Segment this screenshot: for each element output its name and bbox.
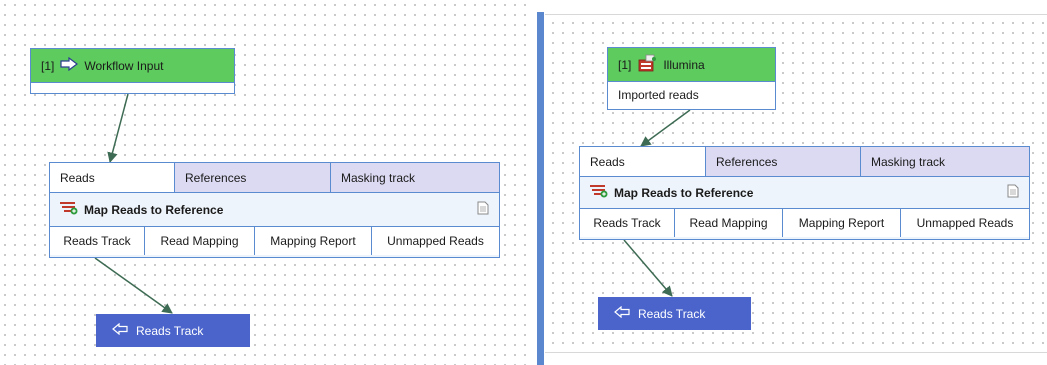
workflow-output-node[interactable]: Reads Track: [96, 314, 250, 347]
output-label-right: Reads Track: [638, 306, 706, 321]
map-reads-tool-node-right[interactable]: Reads References Masking track Map Reads…: [579, 146, 1030, 240]
tool-title: Map Reads to Reference: [84, 202, 224, 217]
input-sublabel: Imported reads: [618, 88, 699, 102]
input-index: [1]: [41, 58, 55, 73]
arrow-left-outline-icon: [614, 305, 630, 321]
illumina-input-node[interactable]: [1] Illumina Imported reads: [607, 47, 776, 110]
port-reads[interactable]: Reads: [50, 163, 175, 192]
output-label: Reads Track: [136, 323, 204, 338]
input-label-right: Illumina: [663, 57, 705, 72]
output-ports-row: Reads Track Read Mapping Mapping Report …: [50, 227, 499, 255]
map-reads-tool-node[interactable]: Reads References Masking track Map Reads…: [49, 162, 500, 258]
out-read-mapping[interactable]: Read Mapping: [145, 227, 255, 255]
output-ports-row-right: Reads Track Read Mapping Mapping Report …: [580, 209, 1029, 237]
illumina-sequencer-icon: [637, 54, 657, 75]
port-reads-right[interactable]: Reads: [580, 147, 706, 176]
out-reads-track[interactable]: Reads Track: [50, 227, 145, 255]
arrow-left-outline-icon: [112, 322, 128, 338]
illumina-input-header[interactable]: [1] Illumina: [608, 48, 775, 82]
input-label: Workflow Input: [84, 58, 164, 73]
port-references[interactable]: References: [175, 163, 331, 192]
input-ports-row: Reads References Masking track: [50, 163, 499, 193]
map-reads-icon: [60, 201, 78, 218]
workflow-output-node-right[interactable]: Reads Track: [598, 297, 751, 330]
workflow-input-node[interactable]: [1] Workflow Input: [30, 48, 235, 94]
arrow-right-outline-icon: [60, 56, 79, 74]
document-icon[interactable]: [1007, 184, 1019, 201]
input-index-right: [1]: [618, 57, 632, 72]
tool-title-row[interactable]: Map Reads to Reference: [50, 193, 499, 227]
port-references-right[interactable]: References: [706, 147, 861, 176]
port-masking-track[interactable]: Masking track: [331, 163, 499, 192]
tool-title-row-right[interactable]: Map Reads to Reference: [580, 177, 1029, 209]
out-unmapped-reads-right[interactable]: Unmapped Reads: [901, 209, 1029, 237]
tool-title-right: Map Reads to Reference: [614, 185, 754, 200]
port-masking-track-right[interactable]: Masking track: [861, 147, 1029, 176]
map-reads-icon: [590, 184, 608, 201]
workflow-input-header[interactable]: [1] Workflow Input: [31, 49, 234, 83]
out-read-mapping-right[interactable]: Read Mapping: [675, 209, 783, 237]
input-ports-row-right: Reads References Masking track: [580, 147, 1029, 177]
out-mapping-report[interactable]: Mapping Report: [255, 227, 372, 255]
panel-divider[interactable]: [537, 12, 544, 365]
out-unmapped-reads[interactable]: Unmapped Reads: [372, 227, 499, 255]
out-mapping-report-right[interactable]: Mapping Report: [783, 209, 901, 237]
out-reads-track-right[interactable]: Reads Track: [580, 209, 675, 237]
document-icon[interactable]: [477, 201, 489, 218]
